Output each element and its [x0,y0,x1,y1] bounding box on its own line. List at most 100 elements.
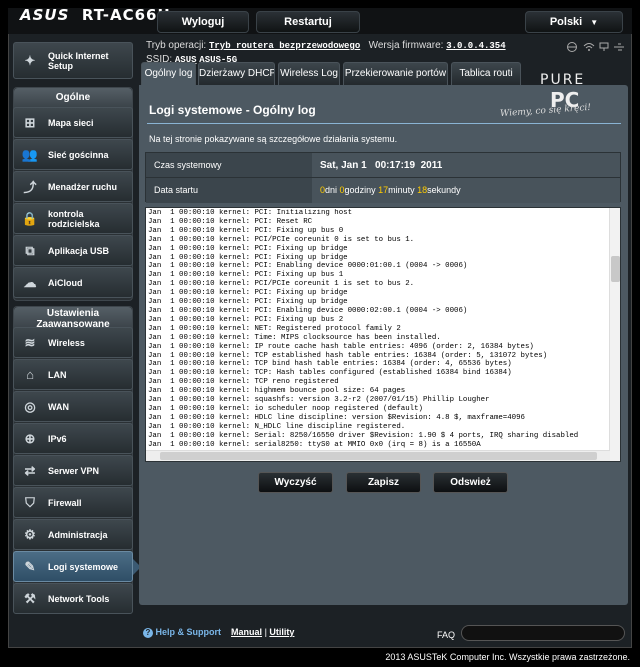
admin-icon: ⚙ [24,526,36,542]
sidebar-item-label: AiCloud [48,277,83,288]
general-title: Ogólne [14,88,132,108]
magic-wand-icon: ✦ [24,52,36,68]
sidebar-item-label: Mapa sieci [48,117,94,128]
watermark-pure: PURE [540,72,586,88]
page-title: Logi systemowe - Ogólny log [149,103,316,117]
sidebar-item-label: Administracja [48,529,108,540]
help-icon: ? [143,628,153,638]
sidebar-item-label: IPv6 [48,433,67,444]
cloud-icon: ☁ [23,274,37,290]
system-info-table: Czas systemowy Sat, Jan 1 00:17:19 2011 … [145,152,621,203]
tab-wireless-log[interactable]: Wireless Log [278,62,340,86]
uptime-hours-unit: godziny [344,185,379,195]
tab-port-forwarding[interactable]: Przekierowanie portów [343,62,448,86]
fw-link[interactable]: 3.0.0.4.354 [446,41,505,51]
ipv6-icon: ⊕ [24,430,36,446]
watermark: PURE PC Wiemy, co się kręci! [500,72,624,126]
scrollbar-thumb[interactable] [160,452,597,460]
asus-logo: ASUS [20,6,70,24]
mode-label: Tryb operacji: [146,40,207,51]
status-icons [566,41,626,53]
sidebar-item-guest-network[interactable]: 👥 Sieć gościnna [13,139,133,170]
quick-internet-setup-button[interactable]: ✦ Quick Internet Setup [13,42,133,79]
sys-time-text: Sat, Jan 1 00:17:19 2011 [320,160,443,171]
save-button[interactable]: Zapisz [346,472,421,493]
vpn-icon: ⇄ [24,462,36,478]
sidebar-item-network-map[interactable]: ⊞ Mapa sieci [13,107,133,138]
sidebar-item-label: Serwer VPN [48,465,100,476]
mode-link[interactable]: Tryb routera bezprzewodowego [209,41,360,51]
sidebar-item-ipv6[interactable]: ⊕ IPv6 [13,423,133,454]
sidebar-item-lan[interactable]: ⌂ LAN [13,359,133,390]
wireless-icon: ≋ [24,334,36,350]
table-row: Data startu 0dni 0godziny 17minuty 18sek… [146,178,620,203]
traffic-manager-icon: ⤴ [23,180,37,195]
sidebar-item-label: Network Tools [48,593,110,604]
chevron-down-icon: ▼ [590,18,599,27]
footer-separator: | [264,627,267,637]
fw-label: Wersja firmware: [368,40,444,51]
home-icon: ⌂ [26,367,34,382]
sidebar-item-wireless[interactable]: ≋ Wireless [13,327,133,358]
sidebar-item-usb-app[interactable]: ⧉ Aplikacja USB [13,235,133,266]
manual-link[interactable]: Manual [231,627,262,637]
sidebar-item-firewall[interactable]: ⛉ Firewall [13,487,133,518]
sidebar-item-label: Logi systemowe [48,561,119,572]
uptime-label: Data startu [146,178,312,203]
status-icons-svg [567,42,624,52]
uptime-minutes-unit: minuty [388,185,418,195]
language-select[interactable]: Polski ▼ [525,11,623,33]
faq-label: FAQ [437,630,456,640]
restart-button[interactable]: Restartuj [256,11,360,33]
sidebar-item-traffic-manager[interactable]: ⤴ Menadżer ruchu [13,171,133,202]
sidebar-item-parental-control[interactable]: 🔒 kontrola rodzicielska [13,203,133,234]
qis-label: Quick Internet Setup [48,50,109,71]
sidebar-item-system-log[interactable]: ✎ Logi systemowe [13,551,133,582]
clear-button[interactable]: Wyczyść [258,472,333,493]
sys-time-value: Sat, Jan 1 00:17:19 2011 [312,153,620,177]
tools-icon: ⚒ [24,590,36,606]
refresh-button[interactable]: Odswież [433,472,508,493]
language-label: Polski [549,16,583,28]
wifi-icon[interactable] [583,43,595,52]
faq-search-input[interactable] [461,625,625,641]
firewall-icon: ⛉ [25,494,35,510]
sidebar-item-label: LAN [48,369,67,380]
sidebar-item-label: Wireless [48,337,85,348]
uptime-value: 0dni 0godziny 17minuty 18sekundy [312,178,620,203]
uptime-days-unit: dni [325,185,340,195]
tab-routing-table[interactable]: Tablica routi [451,62,521,86]
parental-control-icon: 🔒 [21,210,39,226]
page-description: Na tej stronie pokazywane są szczegółowe… [149,134,398,144]
tab-dhcp-leases[interactable]: Dzierżawy DHCP [198,62,275,86]
uptime-seconds: 18 [417,185,428,195]
tab-general-log[interactable]: Ogólny log [141,62,196,86]
log-textarea[interactable]: Jan 1 00:00:10 kernel: PCI: Initializing… [145,207,621,462]
sidebar-item-label: kontrola rodzicielska [48,208,100,229]
copyright: 2013 ASUSTeK Computer Inc. Wszystkie pra… [385,652,630,662]
table-row: Czas systemowy Sat, Jan 1 00:17:19 2011 [146,153,620,178]
sidebar-item-aicloud[interactable]: ☁ AiCloud [13,267,133,298]
usb-app-icon: ⧉ [25,242,35,258]
log-horizontal-scrollbar[interactable] [146,450,610,461]
sidebar-item-administration[interactable]: ⚙ Administracja [13,519,133,550]
usb-icon[interactable] [614,43,624,51]
footer-links: ? Help & Support Manual | Utility [143,627,294,638]
sidebar-item-label: Aplikacja USB [48,245,110,256]
sys-time-label: Czas systemowy [146,153,312,177]
uptime-minutes: 17 [378,185,389,195]
sidebar-item-network-tools[interactable]: ⚒ Network Tools [13,583,133,614]
network-icon[interactable] [599,42,609,51]
sidebar-item-vpn[interactable]: ⇄ Serwer VPN [13,455,133,486]
utility-link[interactable]: Utility [269,627,294,637]
scrollbar-thumb[interactable] [611,256,620,282]
log-icon: ✎ [24,558,36,574]
logout-button[interactable]: Wyloguj [157,11,249,33]
help-support-link[interactable]: Help & Support [156,627,222,637]
sidebar-item-label: Firewall [48,497,82,508]
log-vertical-scrollbar[interactable] [609,208,620,461]
sidebar-item-wan[interactable]: ◎ WAN [13,391,133,422]
globe-icon[interactable] [567,42,577,52]
sidebar-item-label: Sieć gościnna [48,149,109,160]
log-content: Jan 1 00:00:10 kernel: PCI: Initializing… [148,209,579,449]
